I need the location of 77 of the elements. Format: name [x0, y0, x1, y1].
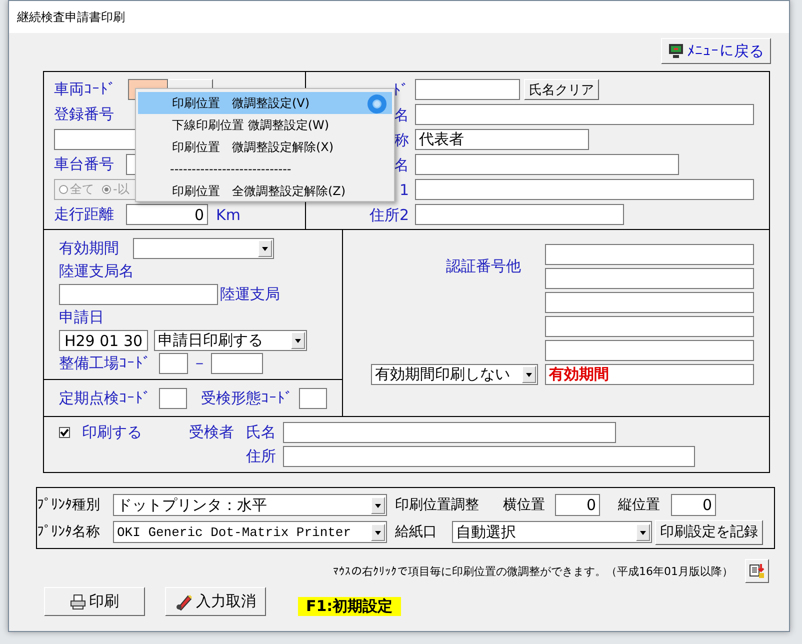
- validity-dropdown[interactable]: [133, 238, 274, 259]
- certification-field[interactable]: [545, 340, 754, 361]
- printer-type-dropdown[interactable]: ドットプリンタ：水平: [113, 494, 387, 516]
- user-code-label: ﾄﾞ: [393, 81, 409, 99]
- certification-field[interactable]: [545, 244, 754, 265]
- certification-field[interactable]: [545, 292, 754, 313]
- printer-type-label: ﾌﾟﾘﾝﾀ種別: [37, 496, 101, 514]
- examinee-name-field[interactable]: [283, 422, 616, 443]
- eraser-pencil-icon: [175, 592, 193, 610]
- periodic-code-label: 定期点検ｺｰﾄﾞ: [59, 388, 152, 408]
- chassis-label: 車台番号: [54, 155, 115, 174]
- certification-field[interactable]: [545, 316, 754, 337]
- vertical-field[interactable]: 0: [671, 494, 716, 516]
- paper-tray-dropdown[interactable]: 自動選択: [452, 521, 652, 543]
- validity-label: 有効期間: [59, 239, 120, 258]
- vertical-label: 縦位置: [618, 496, 661, 514]
- exam-type-code-label: 受検形態ｺｰﾄﾞ: [201, 388, 294, 408]
- back-to-menu-button[interactable]: ﾒﾆｭｰに戻る: [661, 38, 771, 64]
- busy-spinner-icon: [367, 94, 387, 114]
- help-note: ﾏｳｽの右ｸﾘｯｸで項目毎に印刷位置の微調整ができます。（平成16年01月版以降）: [333, 564, 733, 578]
- examinee-label: 受検者: [189, 423, 235, 442]
- user-field[interactable]: 代表者: [415, 129, 589, 150]
- user-field-label: 名: [394, 156, 409, 174]
- menu-item[interactable]: 印刷位置 微調整設定解除(X): [138, 136, 392, 158]
- office-suffix-label: 陸運支局: [220, 285, 280, 304]
- km-unit-label: Km: [216, 206, 240, 224]
- print-button[interactable]: 印刷: [44, 587, 145, 616]
- cancel-input-button[interactable]: 入力取消: [165, 587, 266, 616]
- print-checkbox-label: 印刷する: [82, 423, 142, 442]
- save-settings-button[interactable]: 印刷設定を記録: [655, 520, 763, 544]
- periodic-code-field[interactable]: [159, 388, 187, 408]
- factory-code-field[interactable]: [159, 353, 188, 374]
- examinee-address-field[interactable]: [283, 446, 695, 467]
- monitor-icon: [668, 43, 684, 59]
- window-title: 継続検査申請書印刷: [17, 8, 125, 26]
- office-label: 陸運支局名: [59, 262, 134, 281]
- user-field-label: 1: [399, 181, 409, 199]
- printer-icon: [70, 594, 86, 610]
- name-clear-button[interactable]: 氏名クリア: [524, 79, 599, 100]
- menu-item[interactable]: 印刷位置 全微調整設定解除(Z): [138, 180, 392, 202]
- examinee-name-label: 氏名: [245, 423, 277, 442]
- date-label: 申請日: [59, 308, 104, 327]
- menu-item[interactable]: 印刷位置 微調整設定(V): [138, 92, 392, 114]
- menu-separator: ----------------------------: [169, 161, 292, 178]
- user-code-field[interactable]: [415, 79, 520, 100]
- user-field[interactable]: [415, 204, 624, 225]
- position-adjust-label: 印刷位置調整: [395, 496, 480, 514]
- user-field-label: 名: [394, 106, 409, 124]
- horizontal-field[interactable]: 0: [555, 494, 600, 516]
- office-field[interactable]: [59, 284, 218, 305]
- horizontal-label: 横位置: [503, 496, 546, 514]
- user-field[interactable]: [415, 179, 754, 200]
- printer-name-dropdown[interactable]: OKI Generic Dot-Matrix Printer: [113, 521, 387, 543]
- factory-code-field[interactable]: [211, 353, 263, 374]
- validity-field[interactable]: 有効期間: [545, 364, 754, 385]
- menu-item[interactable]: 下線印刷位置 微調整設定(W): [138, 114, 392, 136]
- certification-field[interactable]: [545, 268, 754, 289]
- mileage-label: 走行距離: [54, 205, 115, 224]
- examinee-address-label: 住所: [245, 447, 277, 466]
- print-checkbox[interactable]: [59, 427, 70, 438]
- user-field-label: 称: [394, 130, 409, 148]
- paper-tray-label: 給紙口: [395, 523, 438, 541]
- user-field-label: 住所2: [369, 206, 409, 224]
- dash-label: －: [192, 354, 207, 373]
- shortcut-hint: F1:初期設定: [298, 597, 401, 616]
- factory-code-label: 整備工場ｺｰﾄﾞ: [59, 354, 152, 373]
- date-field[interactable]: H29 01 30: [59, 330, 148, 351]
- validity-print-dropdown[interactable]: 有効期間印刷しない: [371, 364, 538, 385]
- exam-type-code-field[interactable]: [299, 388, 327, 408]
- user-field[interactable]: [415, 104, 754, 125]
- registration-label: 登録番号: [54, 105, 114, 124]
- vehicle-code-label: 車両ｺｰﾄﾞ: [54, 80, 117, 99]
- mileage-field[interactable]: 0: [126, 204, 208, 225]
- printer-name-label: ﾌﾟﾘﾝﾀ名称: [37, 523, 101, 541]
- user-field[interactable]: [415, 154, 679, 175]
- certification-label: 認証番号他: [445, 257, 522, 276]
- date-print-dropdown[interactable]: 申請日印刷する: [154, 330, 307, 351]
